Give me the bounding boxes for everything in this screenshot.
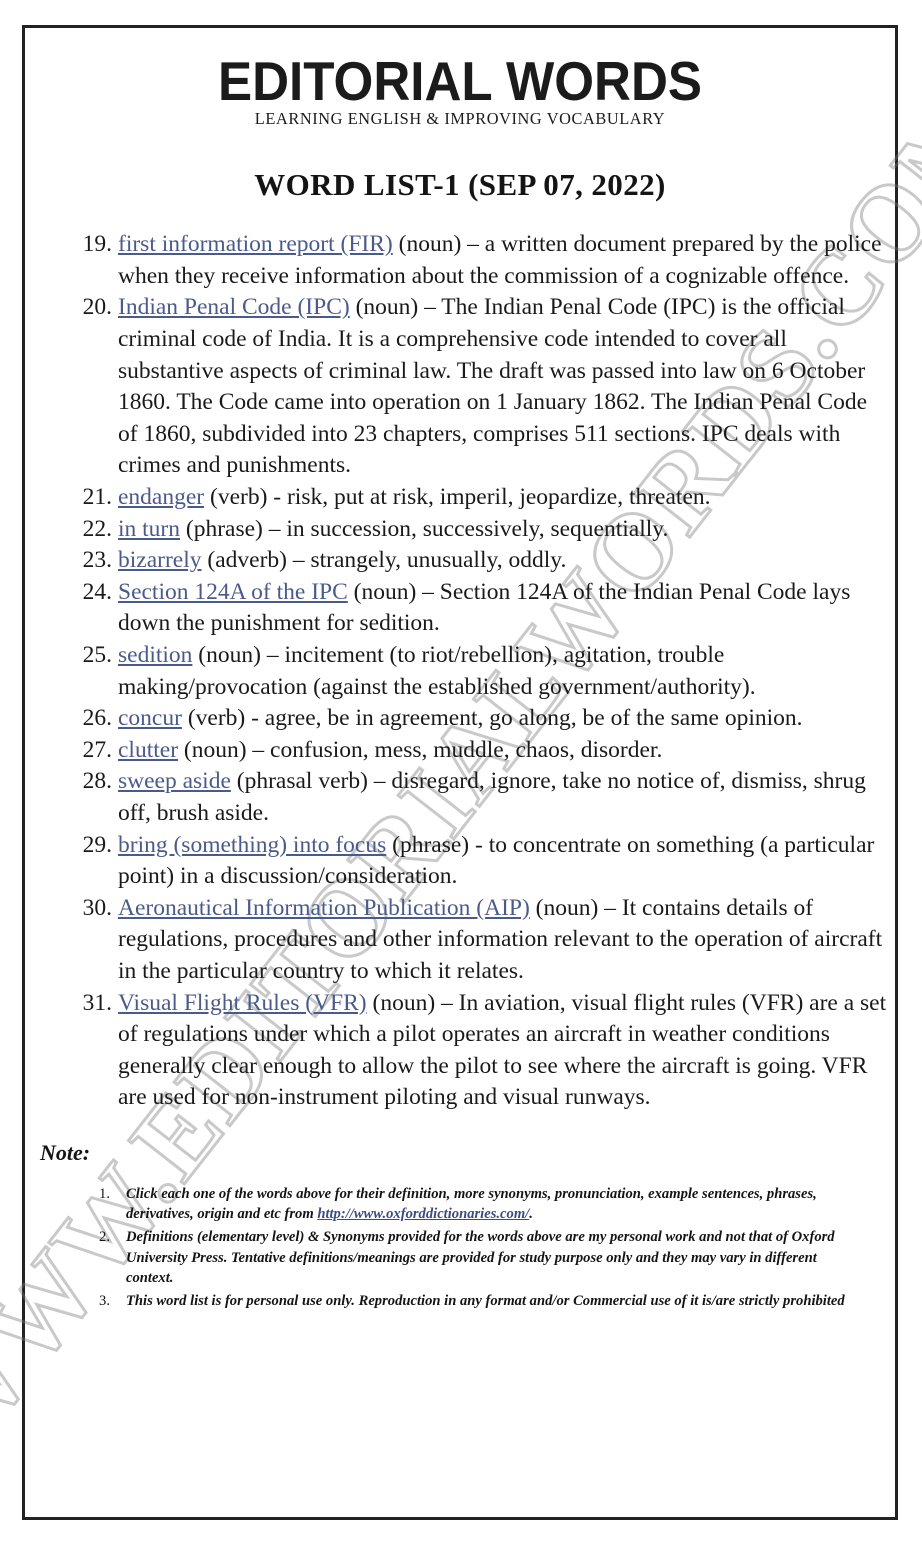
word-item-number: 23. xyxy=(82,547,112,574)
word-item-number: 20. xyxy=(82,294,112,321)
word-item-number: 21. xyxy=(82,484,112,510)
masthead: EDITORIAL WORDS LEARNING ENGLISH & IMPRO… xyxy=(22,25,898,129)
headword-link[interactable]: clutter xyxy=(118,737,178,763)
headword-link[interactable]: endanger xyxy=(118,484,204,510)
word-definition: (phrase) – in succession, successively, … xyxy=(180,515,669,542)
word-list-item: 26. concur (verb) - agree, be in agreemen… xyxy=(70,703,892,735)
note-item-number: 1. xyxy=(99,1185,110,1202)
word-item-number: 30. xyxy=(82,894,112,921)
headword-link[interactable]: sweep aside xyxy=(118,768,231,794)
site-tagline: LEARNING ENGLISH & IMPROVING VOCABULARY xyxy=(254,109,666,129)
word-list-item: 20. Indian Penal Code (IPC) (noun) – The … xyxy=(70,292,892,482)
page-title: WORD LIST-1 (SEP 07, 2022) xyxy=(254,167,666,203)
note-list-item: 1. Click each one of the words above for … xyxy=(92,1184,866,1225)
word-item-number: 19. xyxy=(82,231,112,258)
word-definition: (verb) - agree, be in agreement, go alon… xyxy=(181,705,803,732)
word-list-item: 23. bizarrely (adverb) – strangely, unusu… xyxy=(70,545,892,577)
headword-link[interactable]: Indian Penal Code (IPC) xyxy=(118,294,350,320)
word-item-number: 29. xyxy=(82,831,112,858)
note-text: Definitions (elementary level) & Synonym… xyxy=(126,1229,835,1286)
word-definition: (verb) - risk, put at risk, imperil, jeo… xyxy=(204,484,711,510)
word-item-number: 31. xyxy=(82,989,112,1016)
word-list-item: 30. Aeronautical Information Publication … xyxy=(70,893,892,988)
note-label: Note: xyxy=(40,1139,91,1165)
word-list-item: 31. Visual Flight Rules (VFR) (noun) – In… xyxy=(70,988,892,1114)
note-text: This word list is for personal use only.… xyxy=(126,1293,845,1310)
note-list: 1. Click each one of the words above for … xyxy=(92,1184,898,1312)
note-text-trailing: . xyxy=(529,1206,533,1223)
headword-link[interactable]: Aeronautical Information Publication (AI… xyxy=(118,895,530,921)
word-list-item: 21. endanger (verb) - risk, put at risk, … xyxy=(70,482,892,514)
word-list-item: 22. in turn (phrase) – in succession, suc… xyxy=(70,514,892,546)
word-list-item: 24. Section 124A of the IPC (noun) – Sect… xyxy=(70,577,892,640)
headword-link[interactable]: in turn xyxy=(118,516,180,542)
word-list-item: 28. sweep aside (phrasal verb) – disregar… xyxy=(70,766,892,829)
note-item-number: 3. xyxy=(99,1293,110,1310)
word-list-item: 29. bring (something) into focus (phrase)… xyxy=(70,830,892,893)
word-list-item: 19. first information report (FIR) (noun)… xyxy=(70,229,892,292)
note-list-item: 2. Definitions (elementary level) & Synon… xyxy=(92,1227,866,1288)
oxford-dictionaries-link[interactable]: http://www.oxforddictionaries.com/ xyxy=(317,1206,529,1222)
word-item-number: 25. xyxy=(82,641,112,668)
word-definition: (noun) – confusion, mess, muddle, chaos,… xyxy=(178,736,663,763)
word-item-number: 27. xyxy=(82,736,112,763)
word-item-number: 24. xyxy=(82,578,112,605)
word-item-number: 28. xyxy=(82,768,112,795)
note-list-item: 3. This word list is for personal use onl… xyxy=(92,1291,866,1311)
site-logo-text: EDITORIAL WORDS xyxy=(217,50,703,112)
headword-link[interactable]: bizarrely xyxy=(118,547,202,573)
word-definition: (adverb) – strangely, unusually, oddly. xyxy=(201,547,567,574)
word-list-item: 27. clutter (noun) – confusion, mess, mud… xyxy=(70,735,892,767)
word-definition: (noun) – incitement (to riot/rebellion),… xyxy=(118,641,756,700)
word-item-number: 26. xyxy=(82,705,112,732)
note-item-number: 2. xyxy=(99,1229,110,1246)
headword-link[interactable]: bring (something) into focus xyxy=(118,832,386,858)
word-list-item: 25. sedition (noun) – incitement (to riot… xyxy=(70,640,892,703)
headword-link[interactable]: Visual Flight Rules (VFR) xyxy=(118,990,367,1016)
word-definition: (phrasal verb) – disregard, ignore, take… xyxy=(118,768,866,826)
headword-link[interactable]: sedition xyxy=(118,642,192,668)
headword-link[interactable]: Section 124A of the IPC xyxy=(118,579,348,605)
document-page: WWW.EDITORIALWORDS.COM EDITORIAL WORDS L… xyxy=(0,0,922,1545)
word-definition: (noun) – The Indian Penal Code (IPC) is … xyxy=(118,294,868,479)
headword-link[interactable]: concur xyxy=(118,705,182,731)
page-content: EDITORIAL WORDS LEARNING ENGLISH & IMPRO… xyxy=(22,25,898,1520)
note-block: Note: 1. Click each one of the words abov… xyxy=(40,1140,898,1312)
headword-link[interactable]: first information report (FIR) xyxy=(118,231,393,257)
word-list: 19. first information report (FIR) (noun)… xyxy=(22,229,898,1114)
word-item-number: 22. xyxy=(82,515,112,542)
